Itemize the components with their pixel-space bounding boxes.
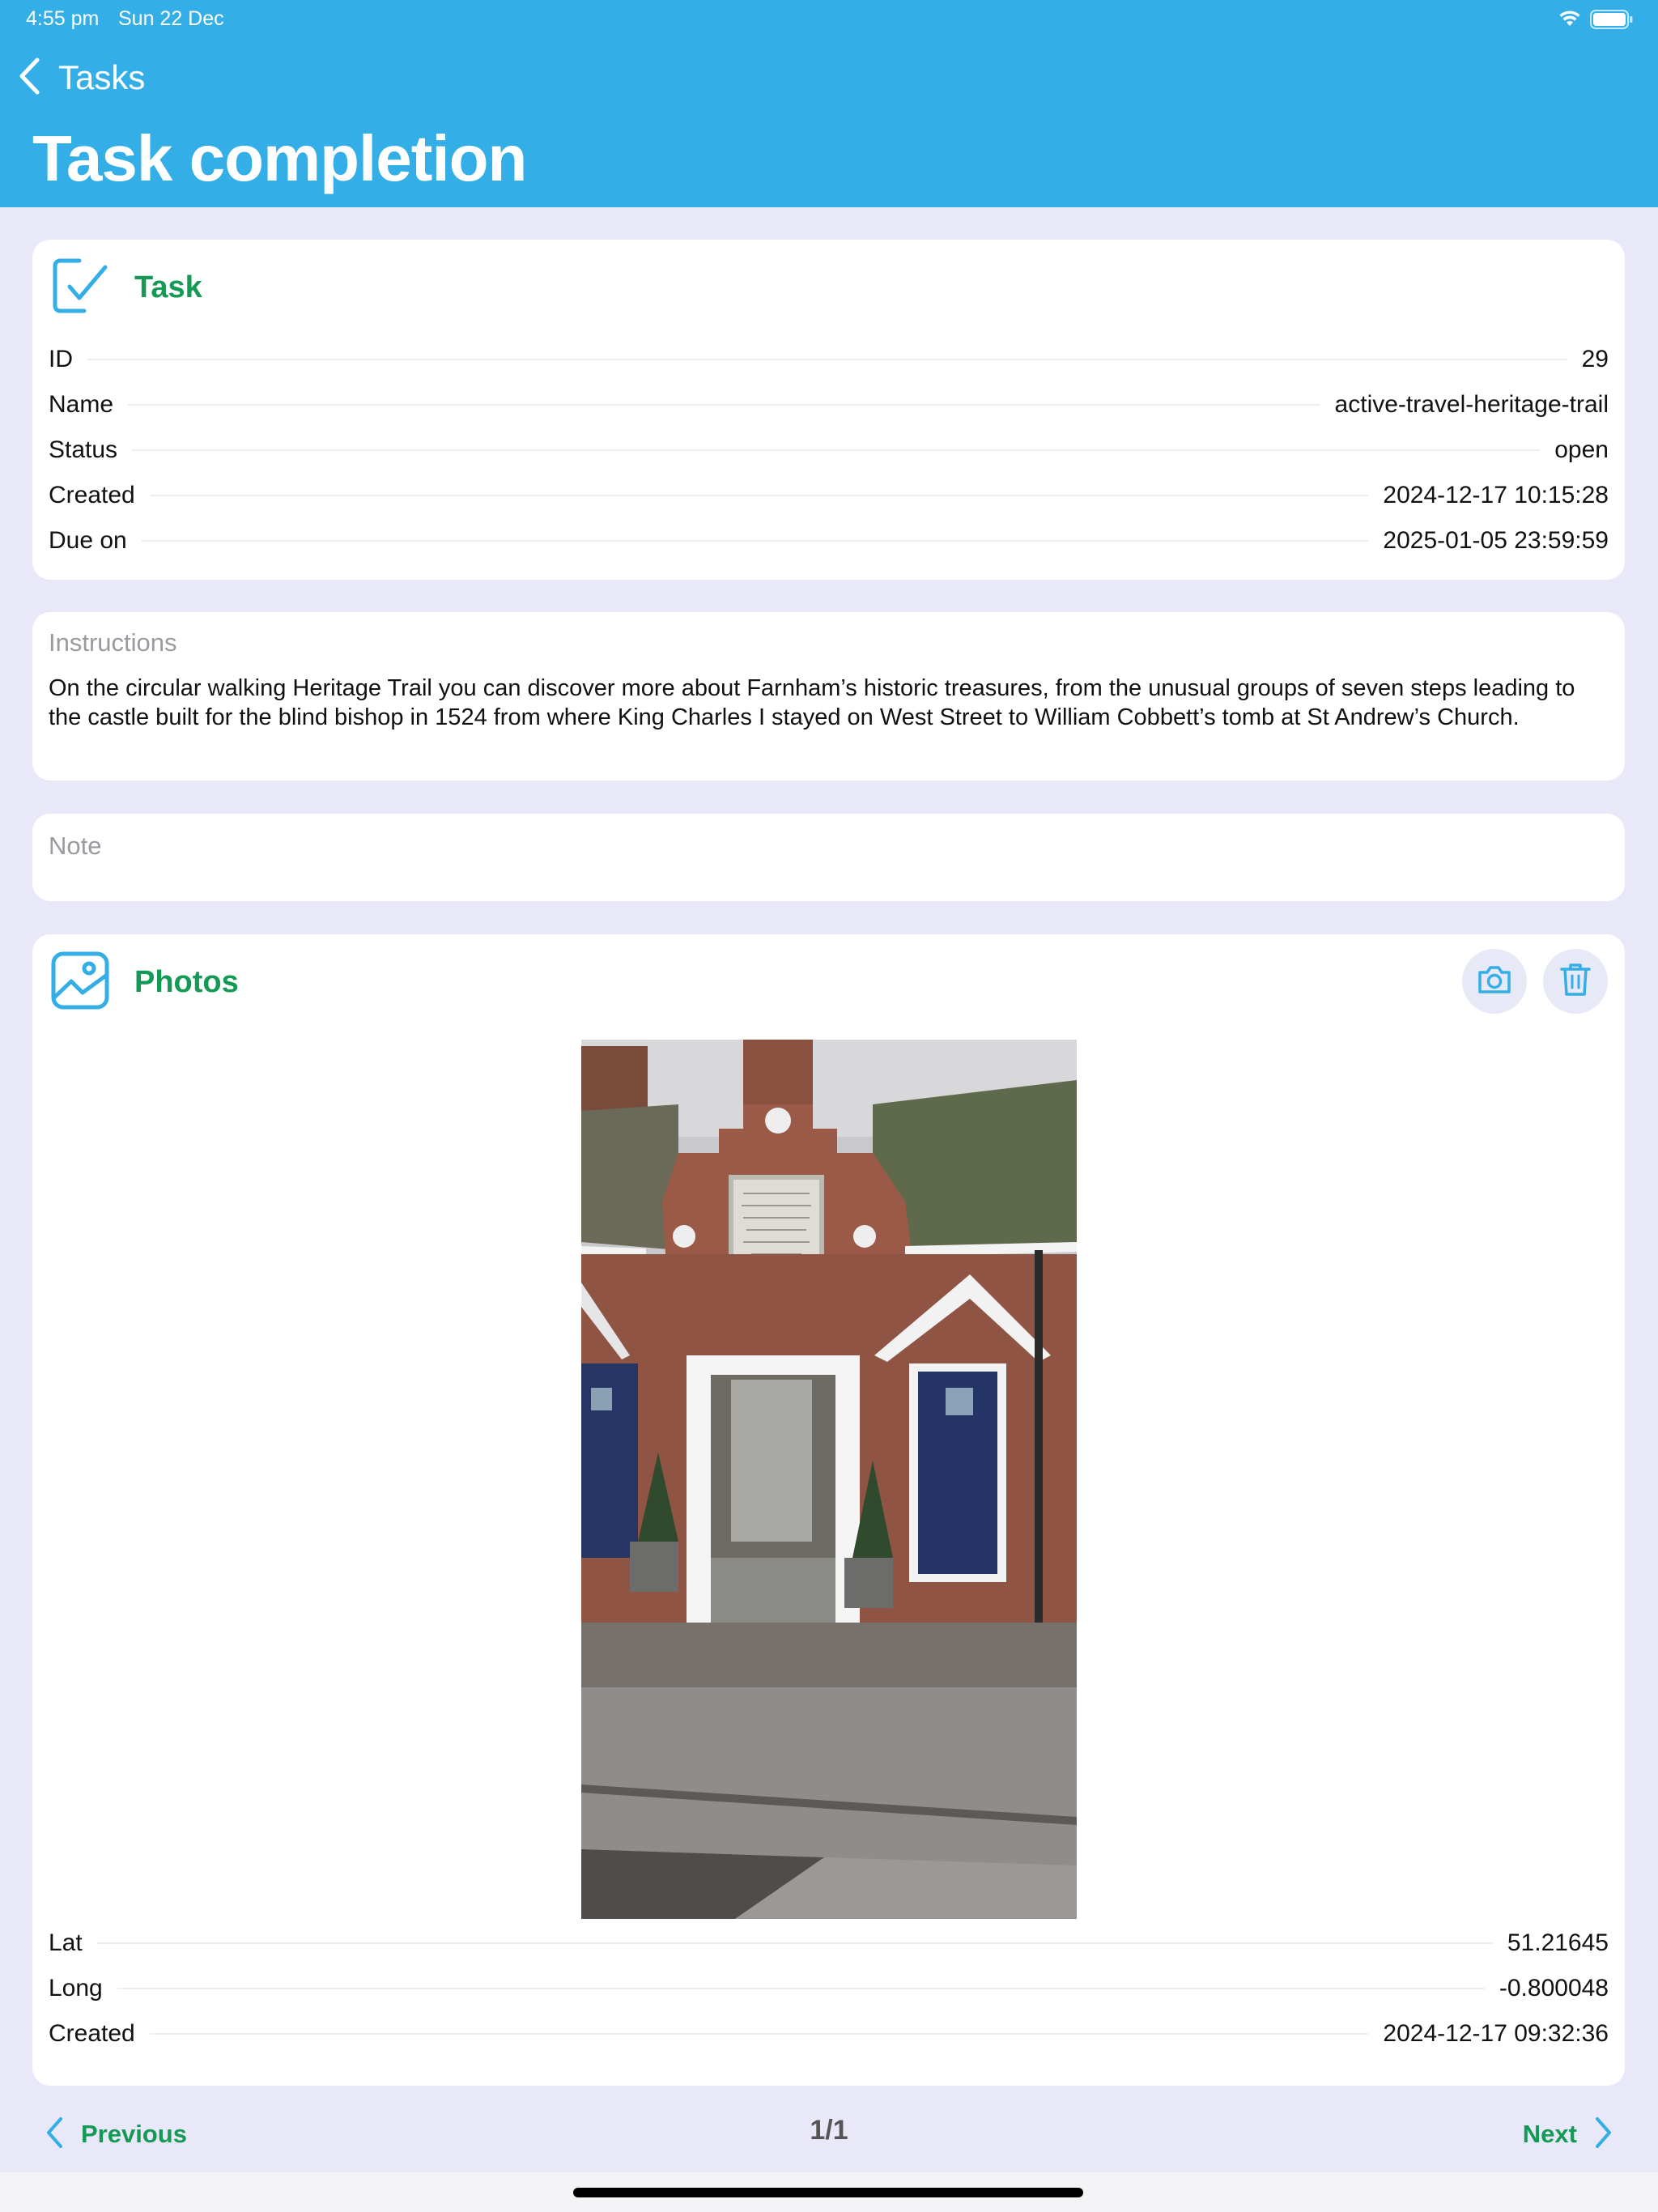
row-divider (149, 495, 1369, 496)
battery-icon (1590, 10, 1634, 35)
trash-icon (1559, 962, 1592, 1002)
photo-row-label: Created (49, 2020, 135, 2047)
task-card-header: Task (50, 257, 202, 317)
camera-button[interactable] (1462, 949, 1527, 1014)
task-row-due-on: Due on 2025-01-05 23:59:59 (49, 518, 1609, 564)
photo-icon (50, 951, 110, 1015)
task-row-value: 29 (1581, 346, 1609, 372)
task-row-value: 2024-12-17 10:15:28 (1383, 482, 1609, 508)
row-divider (149, 2033, 1369, 2035)
task-row-label: Name (49, 391, 114, 418)
photos-card-header: Photos (50, 951, 239, 1015)
row-divider (141, 540, 1369, 542)
delete-photo-button[interactable] (1543, 949, 1608, 1014)
next-button[interactable]: Next (1523, 2112, 1613, 2157)
task-row-value: 2025-01-05 23:59:59 (1383, 527, 1609, 554)
page-indicator: 1/1 (810, 2115, 848, 2146)
camera-icon (1477, 964, 1512, 999)
task-row-status: Status open (49, 428, 1609, 473)
task-row-value: active-travel-heritage-trail (1334, 391, 1609, 418)
task-row-id: ID 29 (49, 337, 1609, 382)
note-field[interactable]: Note (32, 814, 1625, 901)
chevron-right-icon (1595, 2116, 1613, 2153)
photo-row-value: -0.800048 (1499, 1975, 1609, 2001)
task-row-label: Status (49, 436, 118, 463)
row-divider (87, 359, 1567, 360)
photo-row-value: 51.21645 (1507, 1929, 1609, 1956)
checklist-icon (50, 256, 110, 320)
photo-row-created: Created 2024-12-17 09:32:36 (49, 2011, 1609, 2057)
instructions-card: Instructions On the circular walking Her… (32, 612, 1625, 781)
instructions-text: On the circular walking Heritage Trail y… (49, 675, 1575, 730)
task-row-label: Due on (49, 527, 127, 554)
task-row-label: Created (49, 482, 135, 508)
photo-row-long: Long -0.800048 (49, 1966, 1609, 2011)
photos-card-title: Photos (134, 964, 239, 999)
home-indicator[interactable] (573, 2188, 1083, 2197)
row-divider (132, 449, 1541, 451)
photo-row-value: 2024-12-17 09:32:36 (1383, 2020, 1609, 2047)
task-row-label: ID (49, 346, 73, 372)
row-divider (96, 1942, 1493, 1944)
photo-row-label: Lat (49, 1929, 83, 1956)
photos-card: Photos Lat 51.21645 Long -0.800048 Creat… (32, 934, 1625, 2086)
task-photo[interactable] (581, 1040, 1077, 1919)
page-title: Task completion (32, 122, 527, 194)
task-row-value: open (1554, 436, 1609, 463)
task-row-name: Name active-travel-heritage-trail (49, 382, 1609, 428)
task-row-created: Created 2024-12-17 10:15:28 (49, 473, 1609, 518)
back-button[interactable]: Tasks (18, 53, 145, 102)
wifi-icon (1559, 10, 1580, 33)
navigation-header: 4:55 pm Sun 22 Dec Tasks Task completion (0, 0, 1658, 207)
task-card-title: Task (134, 270, 202, 304)
chevron-left-icon (18, 57, 40, 100)
row-divider (117, 1988, 1485, 1989)
status-date: Sun 22 Dec (118, 7, 224, 30)
status-time: 4:55 pm (26, 7, 100, 30)
status-bar: 4:55 pm Sun 22 Dec (0, 0, 1658, 39)
row-divider (128, 404, 1320, 406)
task-card: Task ID 29 Name active-travel-heritage-t… (32, 240, 1625, 580)
back-label: Tasks (58, 58, 146, 96)
next-label: Next (1522, 2120, 1577, 2148)
photo-row-lat: Lat 51.21645 (49, 1921, 1609, 1966)
instructions-label: Instructions (49, 628, 177, 657)
photo-row-label: Long (49, 1975, 103, 2001)
note-placeholder: Note (49, 832, 102, 860)
